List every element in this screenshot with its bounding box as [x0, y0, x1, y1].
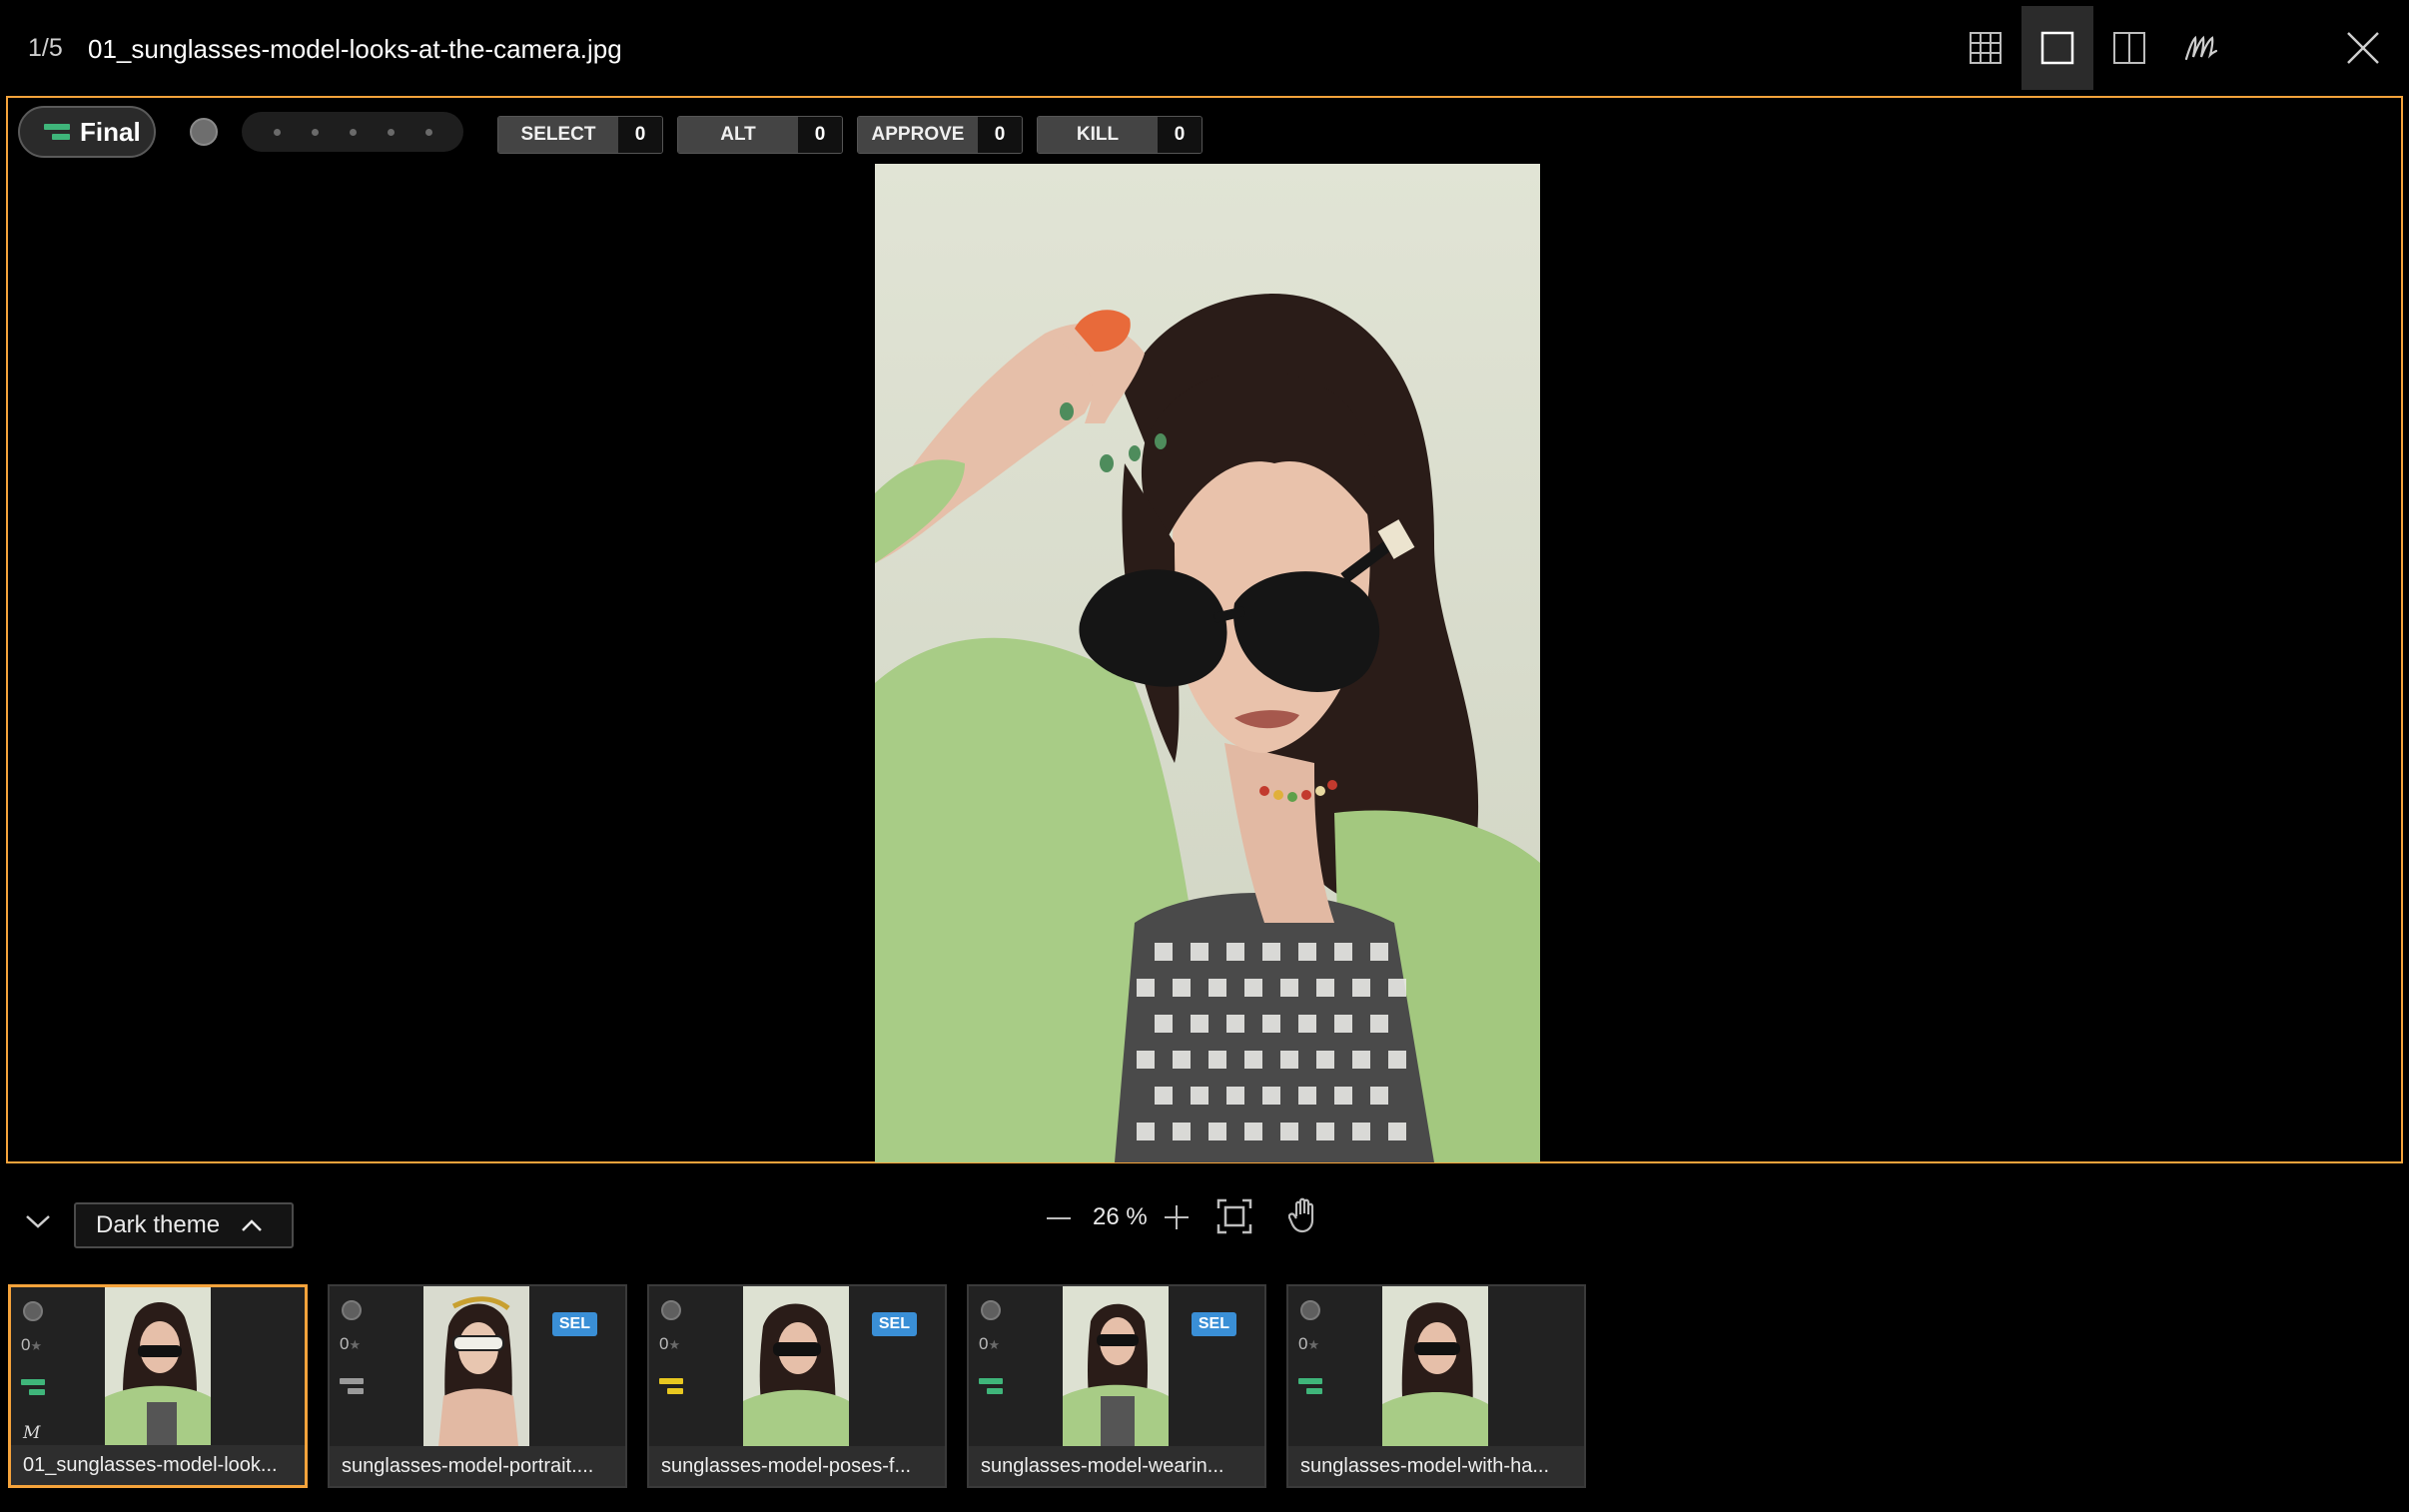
thumb-color-dot[interactable] [342, 1300, 362, 1320]
star-icon: ★ [349, 1337, 362, 1352]
thumb-image [743, 1286, 849, 1446]
kill-tag-button[interactable]: KILL 0 [1037, 116, 1203, 154]
filmstrip-thumb[interactable]: 0★ sunglasses-model-with-ha... [1286, 1284, 1586, 1488]
thumb-filename: sunglasses-model-portrait.... [330, 1446, 625, 1486]
thumb-color-dot[interactable] [23, 1301, 43, 1321]
star-icon: ★ [30, 1338, 43, 1353]
rating-dot-1[interactable] [273, 128, 281, 136]
thumb-rating: 0★ [340, 1334, 362, 1353]
thumb-status-icon [340, 1378, 364, 1394]
kill-tag-count: 0 [1158, 117, 1202, 153]
signature-m-icon: M [23, 1423, 41, 1443]
model-photo-illustration [875, 164, 1540, 1162]
header-bar: 1/5 01_sunglasses-model-looks-at-the-cam… [0, 0, 2409, 96]
filmstrip-thumb[interactable]: 0★ M 01_sunglasses-model-look... [8, 1284, 308, 1488]
collapse-filmstrip-button[interactable] [20, 1206, 56, 1236]
final-status-button[interactable]: Final [18, 106, 156, 158]
image-filename: 01_sunglasses-model-looks-at-the-camera.… [88, 34, 622, 64]
grid-view-button[interactable] [1950, 6, 2021, 90]
select-tag-count: 0 [618, 117, 662, 153]
rating-dot-4[interactable] [387, 128, 395, 136]
rating-dot-2[interactable] [311, 128, 319, 136]
thumb-image [1063, 1286, 1169, 1446]
thumb-image [1382, 1286, 1488, 1446]
signature-button[interactable] [2165, 6, 2237, 90]
approve-tag-button[interactable]: APPROVE 0 [857, 116, 1023, 154]
alt-tag-label: ALT [678, 117, 798, 153]
thumb-filename: sunglasses-model-with-ha... [1288, 1446, 1584, 1486]
thumb-status-icon [659, 1378, 683, 1394]
hand-icon [1287, 1197, 1314, 1233]
close-icon [2347, 32, 2379, 64]
thumb-color-dot[interactable] [1300, 1300, 1320, 1320]
star-icon: ★ [668, 1337, 681, 1352]
color-label-dot[interactable] [190, 118, 218, 146]
filmstrip-thumb[interactable]: 0★ SEL sunglasses-model-portrait.... [328, 1284, 627, 1488]
main-photo[interactable] [875, 164, 1540, 1162]
thumb-rating: 0★ [21, 1335, 43, 1354]
zoom-level: 26 % [1093, 1203, 1148, 1230]
thumb-color-dot[interactable] [661, 1300, 681, 1320]
select-badge: SEL [551, 1312, 597, 1336]
close-button[interactable] [2327, 6, 2399, 90]
status-stack-icon [44, 124, 70, 140]
single-view-button[interactable] [2021, 6, 2093, 90]
select-tag-label: SELECT [498, 117, 618, 153]
chevron-down-icon [26, 1215, 50, 1228]
thumb-color-dot[interactable] [981, 1300, 1001, 1320]
star-rating[interactable] [242, 112, 463, 152]
image-counter: 1/5 [28, 34, 63, 62]
compare-view-icon [2113, 32, 2145, 64]
thumb-status-icon [21, 1379, 45, 1395]
thumb-status-icon [979, 1378, 1003, 1394]
thumb-image [423, 1286, 529, 1446]
approve-tag-label: APPROVE [858, 117, 978, 153]
zoom-in-button[interactable] [1163, 1203, 1191, 1231]
thumb-status-icon [1298, 1378, 1322, 1394]
signature-m-icon [2184, 35, 2218, 61]
minus-icon [1047, 1217, 1071, 1219]
single-view-icon [2040, 31, 2074, 65]
alt-tag-button[interactable]: ALT 0 [677, 116, 843, 154]
thumb-rating: 0★ [659, 1334, 681, 1353]
select-badge: SEL [871, 1312, 917, 1336]
final-status-label: Final [80, 116, 141, 147]
theme-dropdown-label: Dark theme [96, 1211, 221, 1238]
fit-screen-icon [1216, 1198, 1252, 1234]
rating-dot-5[interactable] [424, 128, 432, 136]
thumb-filename: 01_sunglasses-model-look... [11, 1445, 305, 1485]
approve-tag-count: 0 [978, 117, 1022, 153]
rating-dot-3[interactable] [349, 128, 357, 136]
alt-tag-count: 0 [798, 117, 842, 153]
plus-icon [1165, 1205, 1189, 1229]
grid-view-icon [1970, 32, 2002, 64]
thumb-rating: 0★ [1298, 1334, 1320, 1353]
select-tag-button[interactable]: SELECT 0 [497, 116, 663, 154]
star-icon: ★ [1307, 1337, 1320, 1352]
theme-dropdown[interactable]: Dark theme [74, 1202, 294, 1248]
chevron-up-icon [242, 1219, 262, 1231]
thumb-rating: 0★ [979, 1334, 1001, 1353]
compare-view-button[interactable] [2093, 6, 2165, 90]
thumb-filename: sunglasses-model-poses-f... [649, 1446, 945, 1486]
star-icon: ★ [988, 1337, 1001, 1352]
filmstrip-thumb[interactable]: 0★ SEL sunglasses-model-poses-f... [647, 1284, 947, 1488]
fit-to-screen-button[interactable] [1216, 1198, 1252, 1236]
select-badge: SEL [1191, 1312, 1236, 1336]
thumb-filename: sunglasses-model-wearin... [969, 1446, 1264, 1486]
thumb-image [105, 1287, 211, 1447]
image-viewer[interactable]: Final SELECT 0 ALT 0 APPROVE 0 KILL 0 [6, 96, 2403, 1163]
filmstrip-thumb[interactable]: 0★ SEL sunglasses-model-wearin... [967, 1284, 1266, 1488]
kill-tag-label: KILL [1038, 117, 1158, 153]
zoom-out-button[interactable] [1043, 1206, 1075, 1230]
pan-tool-button[interactable] [1287, 1196, 1322, 1236]
